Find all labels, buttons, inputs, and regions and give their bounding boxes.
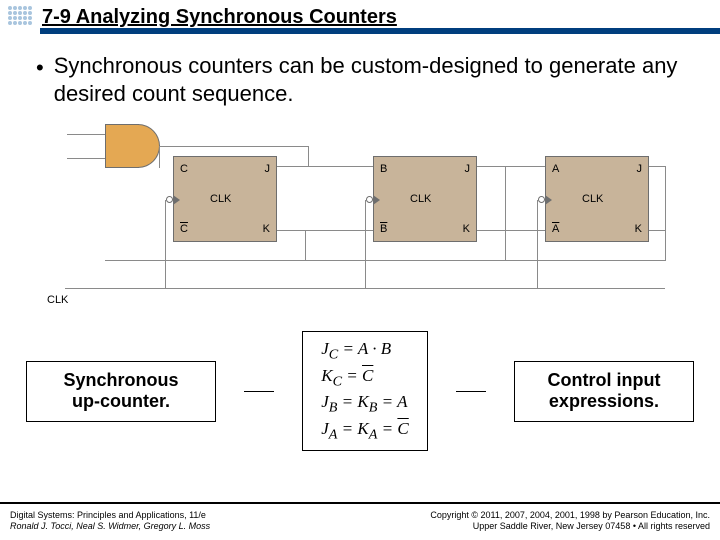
- clock-triangle-icon: [173, 195, 180, 205]
- left-caption-l2: up-counter.: [41, 391, 201, 413]
- slide-footer: Digital Systems: Principles and Applicat…: [0, 502, 720, 540]
- ffb-clk-label: CLK: [410, 193, 431, 205]
- footer-left-l2: Ronald J. Tocci, Neal S. Widmer, Gregory…: [10, 521, 210, 532]
- flipflop-b: B B J K CLK: [373, 156, 477, 242]
- ffa-clk-label: CLK: [582, 193, 603, 205]
- ffb-j-label: J: [465, 163, 471, 175]
- ffc-q-label: C: [180, 163, 188, 175]
- caption-row: Synchronous up-counter. JC = A · B KC = …: [26, 331, 694, 451]
- and-gate: [105, 124, 159, 168]
- ffa-q-label: A: [552, 163, 559, 175]
- clk-label: CLK: [47, 294, 68, 306]
- circuit-diagram: C C J K CLK B B J K CLK A A J K CLK CL: [45, 120, 675, 315]
- ffb-qbar-label: B: [380, 223, 387, 235]
- connector-line: [456, 391, 486, 392]
- header-dots: [8, 6, 32, 25]
- connector-line: [244, 391, 274, 392]
- left-caption-l1: Synchronous: [41, 370, 201, 392]
- section-title: 7-9 Analyzing Synchronous Counters: [42, 6, 397, 29]
- equations-box: JC = A · B KC = C JB = KB = A JA = KA = …: [302, 331, 428, 451]
- ffc-k-label: K: [263, 223, 270, 235]
- ffc-qbar-label: C: [180, 223, 188, 235]
- bullet-text: Synchronous counters can be custom-desig…: [54, 52, 684, 108]
- bullet-list: • Synchronous counters can be custom-des…: [0, 38, 720, 114]
- ffb-q-label: B: [380, 163, 387, 175]
- ffa-qbar-label: A: [552, 223, 559, 235]
- clock-triangle-icon: [545, 195, 552, 205]
- bullet-item: • Synchronous counters can be custom-des…: [36, 52, 684, 108]
- right-caption-l1: Control input: [529, 370, 679, 392]
- footer-right-l2: Upper Saddle River, New Jersey 07458 • A…: [430, 521, 710, 532]
- ffa-j-label: J: [637, 163, 643, 175]
- ffc-j-label: J: [265, 163, 271, 175]
- flipflop-a: A A J K CLK: [545, 156, 649, 242]
- ffc-clk-label: CLK: [210, 193, 231, 205]
- ffa-k-label: K: [635, 223, 642, 235]
- bullet-dot: •: [36, 52, 44, 108]
- clock-bubble: [166, 196, 173, 203]
- footer-right-l1: Copyright © 2011, 2007, 2004, 2001, 1998…: [430, 510, 710, 521]
- clock-bubble: [366, 196, 373, 203]
- clock-triangle-icon: [373, 195, 380, 205]
- footer-left-l1: Digital Systems: Principles and Applicat…: [10, 510, 210, 521]
- flipflop-c: C C J K CLK: [173, 156, 277, 242]
- clock-bubble: [538, 196, 545, 203]
- right-caption-l2: expressions.: [529, 391, 679, 413]
- right-caption-box: Control input expressions.: [514, 361, 694, 422]
- slide-header: 7-9 Analyzing Synchronous Counters: [0, 0, 720, 38]
- ffb-k-label: K: [463, 223, 470, 235]
- left-caption-box: Synchronous up-counter.: [26, 361, 216, 422]
